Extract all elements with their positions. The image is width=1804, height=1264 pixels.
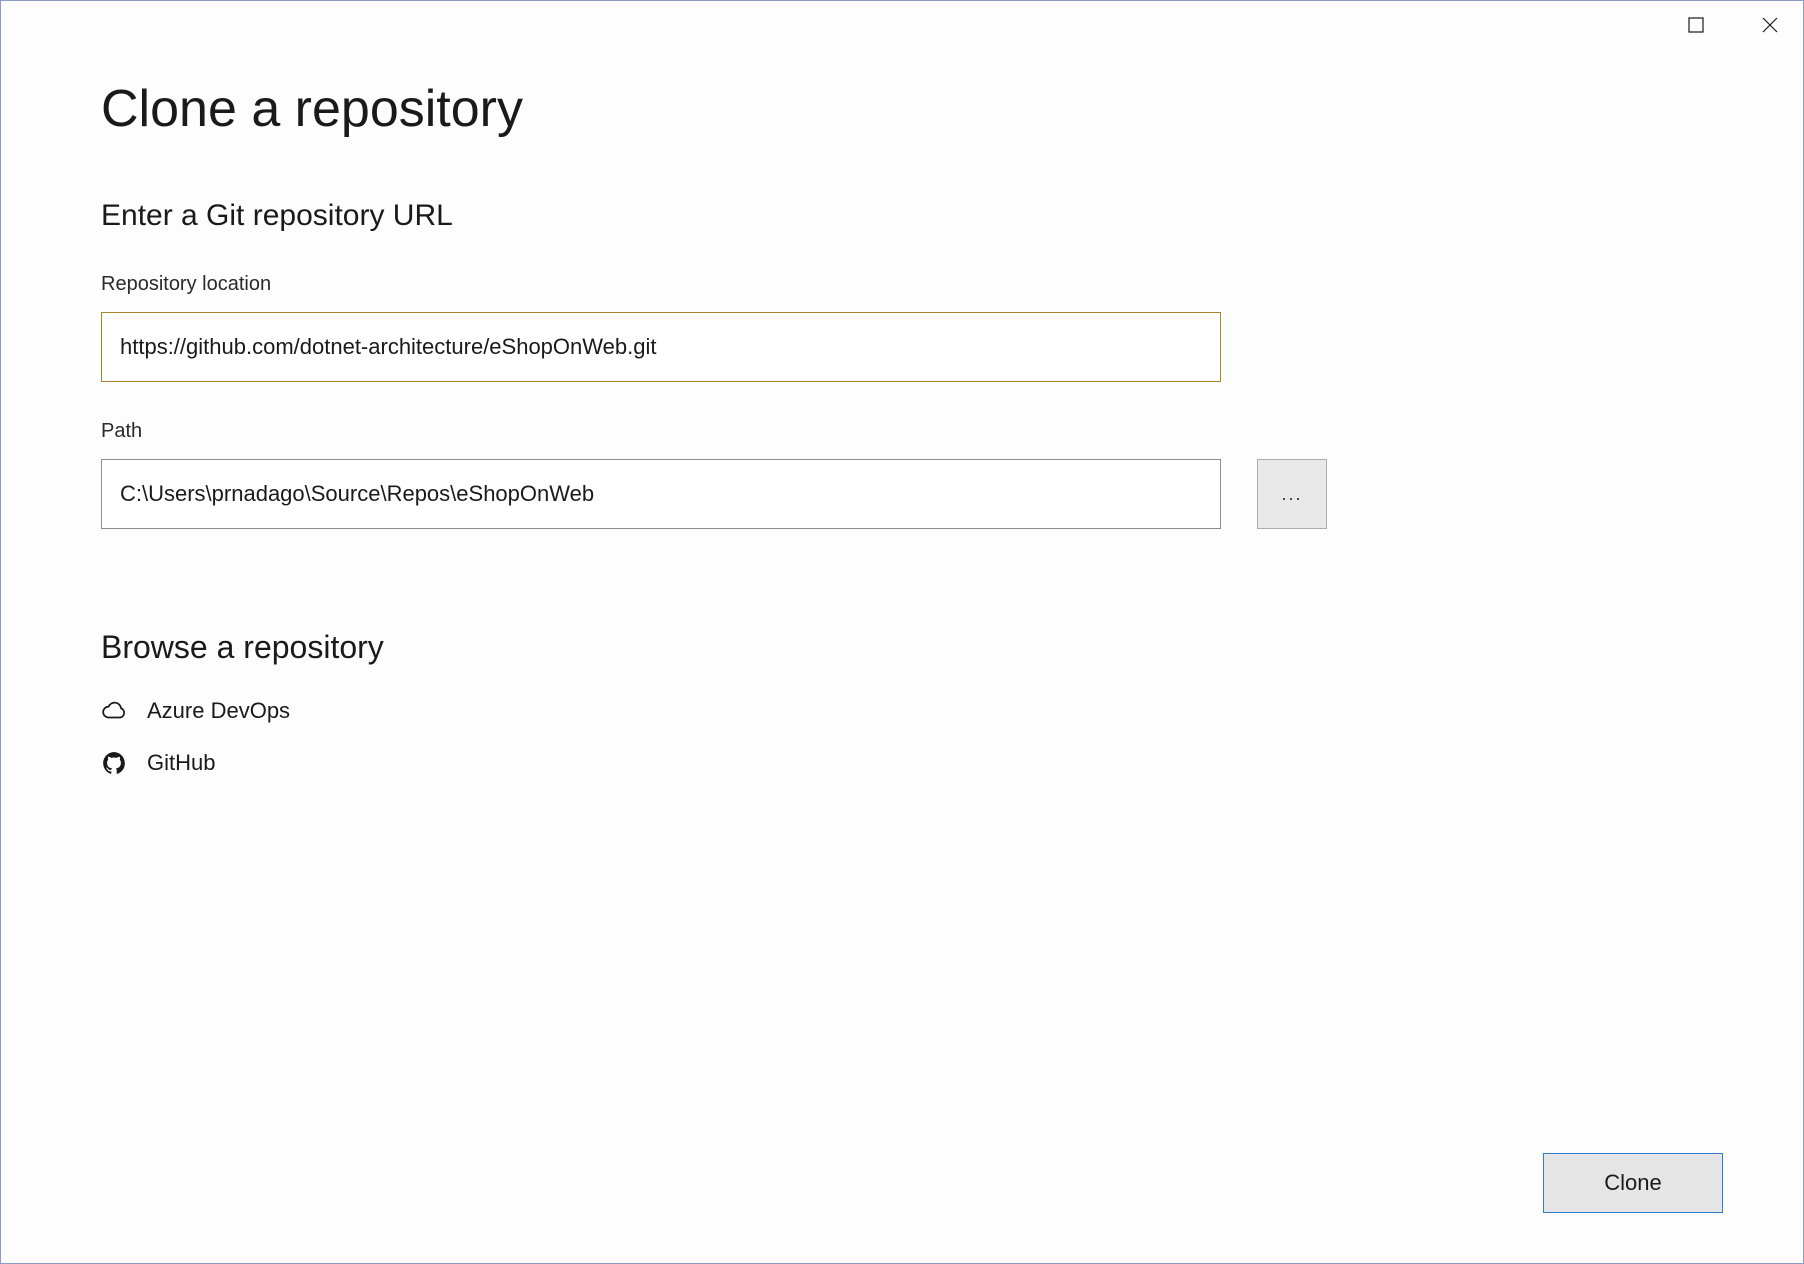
titlebar — [1, 1, 1803, 49]
browse-item-label: GitHub — [147, 750, 215, 776]
github-icon — [101, 750, 127, 776]
browse-path-button[interactable]: ... — [1257, 459, 1327, 529]
path-field: Path ... — [101, 420, 1703, 529]
browse-section-title: Browse a repository — [101, 629, 1703, 666]
browse-repository-section: Browse a repository Azure DevOps GitHub — [101, 629, 1703, 794]
maximize-button[interactable] — [1673, 7, 1719, 43]
repo-location-field: Repository location — [101, 273, 1703, 382]
path-input[interactable] — [101, 459, 1221, 529]
path-row: ... — [101, 459, 1703, 529]
maximize-icon — [1688, 17, 1704, 33]
path-label: Path — [101, 420, 1703, 443]
close-icon — [1762, 17, 1778, 33]
cloud-icon — [101, 698, 127, 724]
browse-item-github[interactable]: GitHub — [101, 742, 1703, 784]
clone-button[interactable]: Clone — [1543, 1153, 1723, 1213]
repo-location-input[interactable] — [101, 312, 1221, 382]
repo-location-label: Repository location — [101, 273, 1703, 296]
page-title: Clone a repository — [101, 79, 1703, 139]
browse-item-azure-devops[interactable]: Azure DevOps — [101, 690, 1703, 732]
close-button[interactable] — [1747, 7, 1793, 43]
clone-repository-dialog: Clone a repository Enter a Git repositor… — [0, 0, 1804, 1264]
enter-url-section-title: Enter a Git repository URL — [101, 199, 1703, 233]
browse-item-label: Azure DevOps — [147, 698, 290, 724]
dialog-footer: Clone — [1543, 1153, 1723, 1213]
dialog-content: Clone a repository Enter a Git repositor… — [1, 49, 1803, 1263]
